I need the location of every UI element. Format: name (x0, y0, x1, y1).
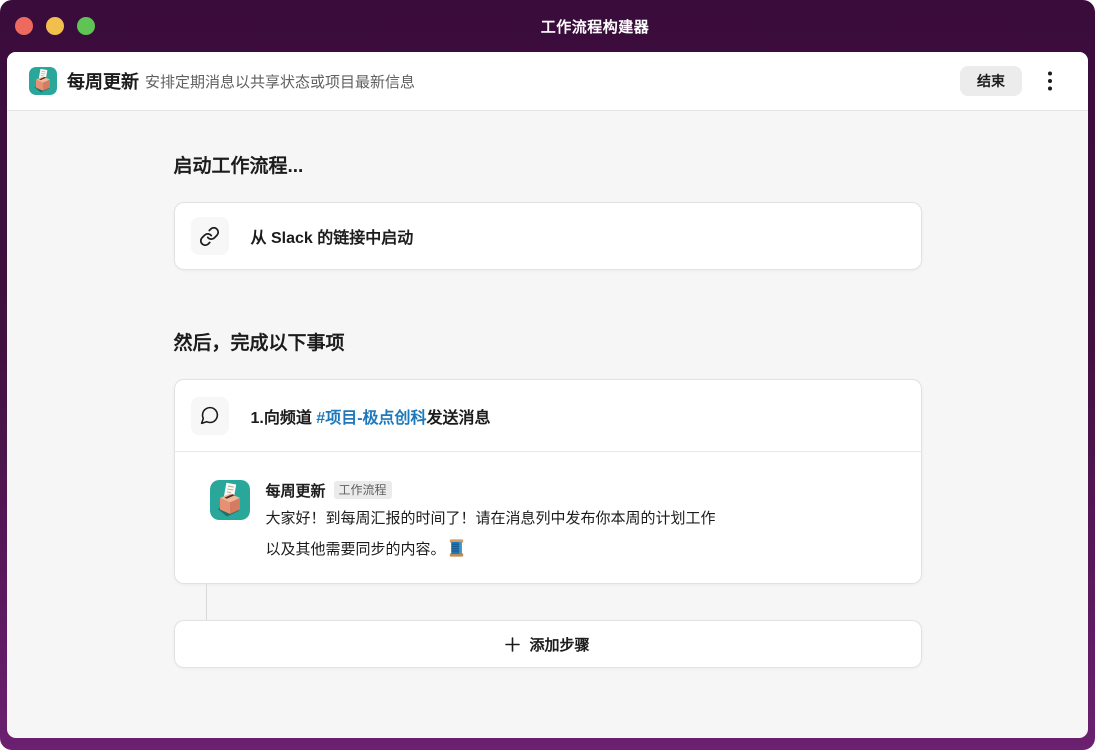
step-title-prefix: 1.向频道 (250, 409, 317, 427)
add-step-label: 添加步骤 (529, 636, 590, 654)
step-title-suffix: 发送消息 (426, 409, 491, 427)
step-connector-line (205, 584, 207, 620)
trigger-section-heading: 启动工作流程... (173, 156, 304, 177)
step-icon-tile (190, 396, 229, 435)
message-line-2: 以及其他需要同步的内容。 (266, 534, 897, 565)
ballot-box-avatar (210, 480, 250, 520)
window-title: 工作流程构建器 (540, 18, 650, 36)
trigger-icon-tile (190, 217, 229, 255)
close-window-button[interactable] (15, 17, 33, 35)
workflow-badge: 工作流程 (333, 481, 392, 499)
message-sender-name: 每周更新 (265, 482, 326, 500)
message-preview: 每周更新 工作流程 大家好！到每周汇报的时间了！请在消息列中发布你本周的计划工作… (175, 452, 921, 583)
workflow-builder-window: 工作流程构建器 每周更新 安排定期消息以共享状态或项目最新信息 结束 启动工作流… (0, 0, 1095, 750)
trigger-label: 从 Slack 的链接中启动 (250, 230, 414, 247)
step-title: 1.向频道 #项目-极点创科发送消息 (251, 404, 491, 428)
titlebar: 工作流程构建器 (0, 0, 1095, 52)
steps-section-heading: 然后，完成以下事项 (173, 333, 345, 354)
workflow-subtitle: 安排定期消息以共享状态或项目最新信息 (145, 73, 416, 91)
add-step-button[interactable]: 添加步骤 (173, 620, 922, 668)
builder-panel: 每周更新 安排定期消息以共享状态或项目最新信息 结束 启动工作流程... 从 S… (7, 52, 1088, 738)
kebab-icon (1048, 71, 1052, 91)
zoom-window-button[interactable] (77, 17, 95, 35)
message-bubble-icon (200, 406, 219, 425)
step-card: 1.向频道 #项目-极点创科发送消息 每周更新 工作流程 大家好！到每周汇报的时… (173, 379, 922, 584)
channel-link[interactable]: #项目-极点创科 (316, 410, 426, 427)
workflow-canvas: 启动工作流程... 从 Slack 的链接中启动 然后，完成以下事项 1.向频道… (7, 111, 1088, 738)
minimize-window-button[interactable] (46, 17, 64, 35)
finish-button[interactable]: 结束 (960, 66, 1022, 96)
ballot-box-app-icon (29, 67, 57, 95)
plus-icon (505, 636, 521, 652)
workflow-name: 每周更新 (67, 72, 139, 92)
more-options-button[interactable] (1036, 66, 1064, 96)
trigger-card[interactable]: 从 Slack 的链接中启动 (173, 202, 922, 270)
link-icon (199, 226, 220, 246)
app-header: 每周更新 安排定期消息以共享状态或项目最新信息 结束 (7, 52, 1088, 111)
spool-of-thread-emoji (449, 539, 464, 557)
step-header-row[interactable]: 1.向频道 #项目-极点创科发送消息 (174, 380, 921, 452)
traffic-lights (0, 17, 95, 35)
message-text: 大家好！到每周汇报的时间了！请在消息列中发布你本周的计划工作 以及其他需要同步的… (266, 503, 897, 565)
message-line-1: 大家好！到每周汇报的时间了！请在消息列中发布你本周的计划工作 (265, 510, 716, 527)
